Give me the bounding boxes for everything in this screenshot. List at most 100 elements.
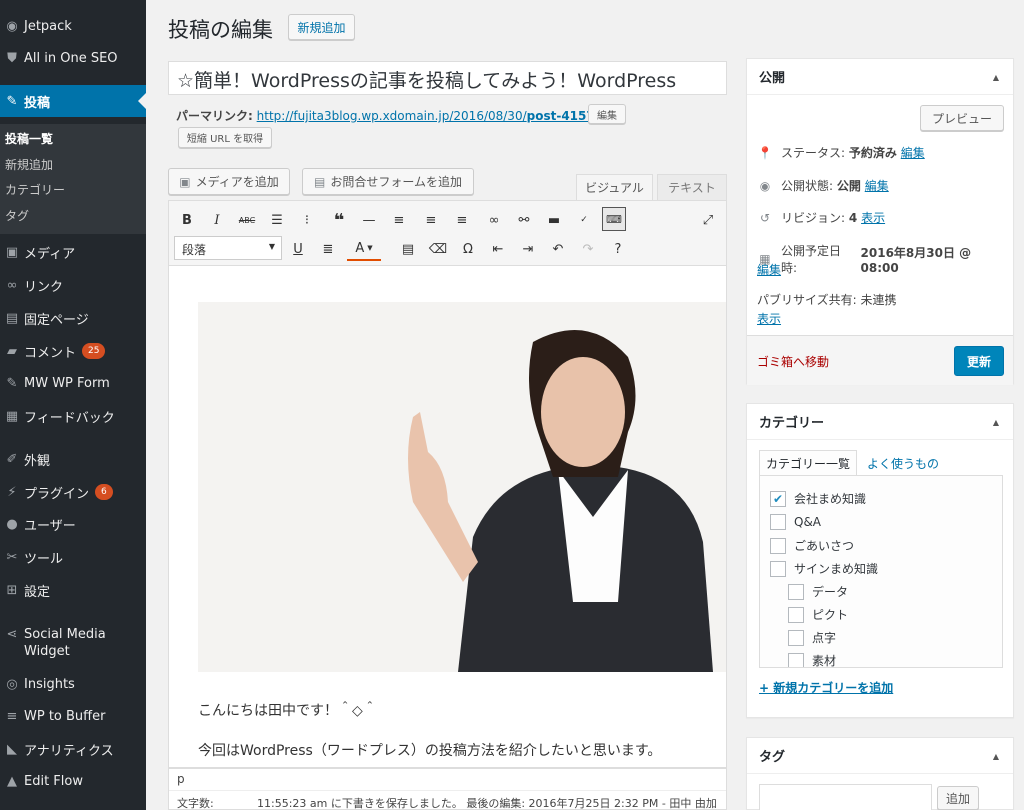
tab-popular-categories[interactable]: よく使うもの — [867, 455, 939, 472]
underline-icon[interactable]: U — [286, 237, 310, 261]
menu-edit-flow[interactable]: ▲ Edit Flow — [0, 768, 146, 794]
category-item[interactable]: ✔ 会社まめ知識 — [770, 490, 866, 507]
tag-input[interactable] — [759, 784, 932, 810]
menu-users[interactable]: ● ユーザー — [0, 511, 146, 537]
edit-permalink-button[interactable]: 編集 — [588, 104, 626, 124]
show-publicize-link[interactable]: 表示 — [757, 310, 781, 327]
collapse-icon[interactable]: ▲ — [993, 418, 999, 427]
category-item[interactable]: Q&A — [770, 514, 821, 530]
text-color-icon[interactable]: A ▼ — [347, 237, 381, 261]
chevron-down-icon: ▼ — [268, 242, 275, 251]
category-item[interactable]: ごあいさつ — [770, 537, 854, 554]
format-select[interactable]: 段落 ▼ — [174, 236, 282, 260]
bold-icon[interactable]: B — [175, 208, 199, 232]
menu-plugins[interactable]: ⚡ プラグイン 6 — [0, 479, 146, 505]
add-contact-form-button[interactable]: ▤ お問合せフォームを追加 — [302, 168, 474, 195]
tags-box-title[interactable]: タグ ▲ — [747, 738, 1013, 774]
undo-icon[interactable]: ↶ — [546, 237, 570, 261]
category-item[interactable]: 点字 — [788, 629, 836, 646]
checkbox[interactable] — [770, 560, 786, 577]
menu-media[interactable]: ▣ メディア — [0, 239, 146, 265]
menu-settings[interactable]: ⊞ 設定 — [0, 577, 146, 603]
add-new-category-link[interactable]: + 新規カテゴリーを追加 — [759, 679, 893, 696]
preview-button[interactable]: プレビュー — [920, 105, 1004, 131]
menu-jetpack[interactable]: ◉ Jetpack — [0, 13, 146, 39]
add-new-button[interactable]: 新規追加 — [288, 14, 355, 40]
clear-formatting-icon[interactable]: ⌫ — [426, 237, 450, 261]
submenu-tags[interactable]: タグ — [5, 207, 29, 224]
get-shortlink-button[interactable]: 短縮 URL を取得 — [178, 127, 272, 148]
menu-feedback[interactable]: ▦ フィードバック — [0, 403, 146, 429]
edit-status-link[interactable]: 編集 — [901, 144, 925, 161]
italic-icon[interactable]: I — [205, 208, 229, 232]
menu-wp-to-buffer[interactable]: ≡ WP to Buffer — [0, 703, 146, 729]
edit-visibility-link[interactable]: 編集 — [865, 177, 889, 194]
collapse-icon[interactable]: ▲ — [993, 752, 999, 761]
submenu-categories[interactable]: カテゴリー — [5, 181, 65, 198]
post-title-input[interactable]: ☆簡単！WordPressの記事を投稿してみよう！WordPress — [168, 61, 727, 95]
indent-icon[interactable]: ⇥ — [516, 237, 540, 261]
menu-comments[interactable]: ▰ コメント 25 — [0, 338, 146, 364]
toolbar-toggle-icon[interactable]: ⌨ — [602, 207, 626, 231]
align-right-icon[interactable]: ≡ — [450, 208, 474, 232]
menu-all-in-one-seo[interactable]: ⛊ All in One SEO — [0, 45, 146, 71]
permalink-url[interactable]: http://fujita3blog.wp.xdomain.jp/2016/08… — [257, 109, 599, 123]
categories-box-title[interactable]: カテゴリー ▲ — [747, 404, 1013, 440]
checkbox[interactable] — [788, 629, 804, 646]
checkbox[interactable] — [788, 606, 804, 623]
permalink: パーマリンク: http://fujita3blog.wp.xdomain.jp… — [176, 107, 599, 124]
horizontal-line-icon[interactable]: — — [357, 208, 381, 232]
category-item[interactable]: ピクト — [788, 606, 848, 623]
category-item[interactable]: 素材 — [788, 652, 836, 667]
menu-appearance[interactable]: ✐ 外観 — [0, 446, 146, 472]
submenu-all-posts[interactable]: 投稿一覧 — [5, 130, 53, 147]
collapse-icon[interactable]: ▲ — [993, 73, 999, 82]
menu-social-media-widget[interactable]: ⋖ Social Media Widget — [0, 624, 146, 660]
help-icon[interactable]: ? — [606, 237, 630, 261]
menu-links[interactable]: ∞ リンク — [0, 272, 146, 298]
menu-pages[interactable]: ▤ 固定ページ — [0, 305, 146, 331]
align-center-icon[interactable]: ≡ — [419, 208, 443, 232]
justify-icon[interactable]: ≣ — [316, 237, 340, 261]
add-media-button[interactable]: ▣ メディアを追加 — [168, 168, 290, 195]
menu-mw-wp-form[interactable]: ✎ MW WP Form — [0, 370, 146, 396]
category-item[interactable]: データ — [788, 583, 848, 600]
show-revisions-link[interactable]: 表示 — [861, 209, 885, 226]
paste-text-icon[interactable]: ▤ — [396, 237, 420, 261]
comment-icon: ▰ — [7, 343, 17, 359]
tab-text[interactable]: テキスト — [657, 174, 727, 200]
update-button[interactable]: 更新 — [954, 346, 1004, 376]
spellcheck-icon[interactable]: ✓ — [572, 208, 596, 232]
align-left-icon[interactable]: ≡ — [387, 208, 411, 232]
add-tag-button[interactable]: 追加 — [937, 786, 979, 810]
fullscreen-icon[interactable]: ⤢ — [696, 208, 720, 232]
strikethrough-icon[interactable]: ABC — [235, 208, 259, 232]
menu-posts[interactable]: ✎ 投稿 — [0, 85, 146, 117]
move-to-trash-link[interactable]: ゴミ箱へ移動 — [757, 353, 829, 370]
checkbox[interactable] — [788, 583, 804, 600]
numbered-list-icon[interactable]: ⁝ — [295, 208, 319, 232]
insert-link-icon[interactable]: ∞ — [482, 208, 506, 232]
publish-box-title[interactable]: 公開 ▲ — [747, 59, 1013, 95]
checkbox[interactable] — [770, 537, 786, 554]
category-item[interactable]: サインまめ知識 — [770, 560, 878, 577]
tab-visual[interactable]: ビジュアル — [576, 174, 653, 200]
checkbox[interactable] — [770, 514, 786, 530]
checkbox[interactable]: ✔ — [770, 490, 786, 507]
editor-content[interactable]: こんにちは田中です！＾◇＾ 今回はWordPress（ワードプレス）の投稿方法を… — [168, 266, 727, 768]
menu-insights[interactable]: ◎ Insights — [0, 671, 146, 697]
menu-analytics[interactable]: ◣ アナリティクス — [0, 736, 146, 762]
redo-icon[interactable]: ↷ — [576, 237, 600, 261]
menu-tools[interactable]: ✂ ツール — [0, 544, 146, 570]
tab-all-categories[interactable]: カテゴリー一覧 — [759, 450, 857, 476]
outdent-icon[interactable]: ⇤ — [486, 237, 510, 261]
blockquote-icon[interactable]: ❝ — [327, 208, 351, 232]
unlink-icon[interactable]: ⚯ — [512, 208, 536, 232]
plugin-update-badge: 6 — [95, 484, 113, 500]
special-character-icon[interactable]: Ω — [456, 237, 480, 261]
read-more-icon[interactable]: ▬ — [542, 208, 566, 232]
submenu-add-new[interactable]: 新規追加 — [5, 156, 53, 173]
bullet-list-icon[interactable]: ☰ — [265, 208, 289, 232]
edit-schedule-link[interactable]: 編集 — [757, 261, 781, 278]
checkbox[interactable] — [788, 652, 804, 667]
